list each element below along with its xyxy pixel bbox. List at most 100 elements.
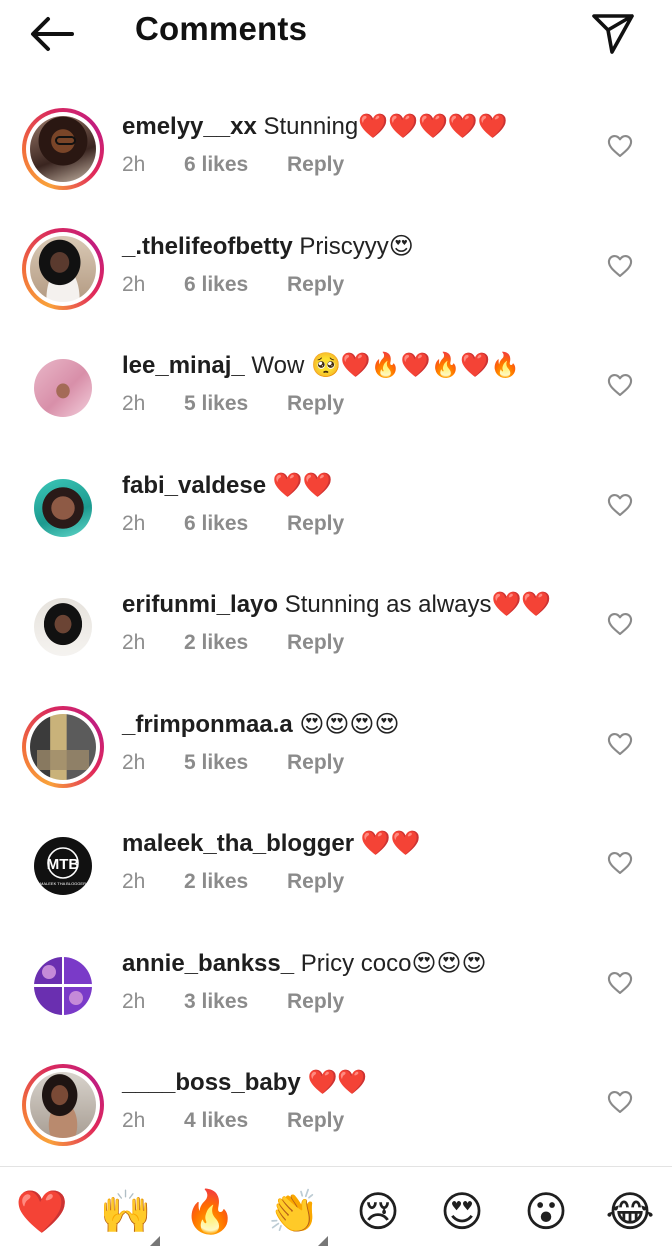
heart-outline-icon bbox=[607, 613, 633, 635]
comment-username[interactable]: maleek_tha_blogger bbox=[122, 830, 354, 857]
comment-text: ❤️❤️ bbox=[300, 1069, 368, 1096]
avatar bbox=[34, 359, 92, 417]
blog-logo: MTB MALEEK THA BLOGGER bbox=[40, 847, 86, 886]
avatar bbox=[30, 713, 96, 780]
comment-likes[interactable]: 5 likes bbox=[184, 392, 287, 416]
emoji-heart-eyes-button[interactable]: 😍 bbox=[434, 1184, 490, 1240]
comment-username[interactable]: lee_minaj_ bbox=[122, 352, 245, 379]
heart-outline-icon bbox=[607, 135, 633, 157]
comment-likes[interactable]: 2 likes bbox=[184, 870, 287, 894]
emoji-tears-of-joy-button[interactable]: 😂 bbox=[602, 1184, 658, 1240]
comment-likes[interactable]: 6 likes bbox=[184, 512, 287, 536]
comment-likes[interactable]: 3 likes bbox=[184, 990, 287, 1014]
comment-time: 2h bbox=[122, 750, 146, 774]
like-comment-button[interactable] bbox=[606, 371, 634, 399]
reply-button[interactable]: Reply bbox=[287, 392, 344, 416]
comment-username[interactable]: fabi_valdese bbox=[122, 472, 266, 499]
avatar bbox=[30, 235, 96, 302]
comment-likes[interactable]: 4 likes bbox=[184, 1109, 287, 1133]
reply-button[interactable]: Reply bbox=[287, 512, 344, 536]
avatar-story-ring[interactable] bbox=[22, 705, 104, 788]
back-button[interactable] bbox=[26, 12, 78, 56]
comment-time: 2h bbox=[122, 989, 146, 1013]
comment-row: _frimponmaa.a 😍😍😍😍 2h 5 likes Reply bbox=[0, 686, 672, 806]
comment-body: lee_minaj_ Wow 🥺❤️🔥❤️🔥❤️🔥 2h 5 likes Reply bbox=[122, 349, 592, 416]
comment-time: 2h bbox=[122, 1109, 146, 1132]
like-comment-button[interactable] bbox=[606, 730, 634, 758]
heart-outline-icon bbox=[607, 732, 633, 755]
comment-time: 2h bbox=[122, 870, 146, 893]
avatar-container[interactable] bbox=[22, 467, 104, 549]
like-comment-button[interactable] bbox=[606, 491, 634, 519]
avatar-container[interactable] bbox=[22, 945, 104, 1027]
comment-text: Priscyyy😍 bbox=[292, 232, 414, 260]
comment-time: 2h bbox=[122, 272, 146, 296]
like-comment-button[interactable] bbox=[606, 969, 634, 997]
comment-username[interactable]: erifunmi_layo bbox=[122, 591, 278, 618]
avatar bbox=[34, 956, 92, 1015]
comment-row: lee_minaj_ Wow 🥺❤️🔥❤️🔥❤️🔥 2h 5 likes Reply bbox=[0, 327, 672, 447]
avatar bbox=[34, 478, 92, 537]
emoji-glyph: 🙌 bbox=[99, 1188, 153, 1235]
avatar bbox=[30, 1072, 96, 1138]
reply-button[interactable]: Reply bbox=[287, 751, 344, 775]
comment-row: _.thelifeofbetty Priscyyy😍 2h 6 likes Repl… bbox=[0, 208, 672, 328]
avatar bbox=[34, 598, 92, 656]
like-comment-button[interactable] bbox=[606, 1088, 634, 1116]
skin-tone-indicator-icon bbox=[150, 1236, 160, 1246]
like-comment-button[interactable] bbox=[606, 610, 634, 638]
avatar-container[interactable] bbox=[22, 586, 104, 668]
comment-likes[interactable]: 6 likes bbox=[184, 153, 287, 177]
emoji-reaction-bar: ❤️ 🙌 🔥 👏 😢 😍 😮 😂 bbox=[0, 1180, 672, 1246]
paper-plane-icon bbox=[592, 14, 634, 54]
comment-body: _frimponmaa.a 😍😍😍😍 2h 5 likes Reply bbox=[122, 708, 592, 775]
avatar-story-ring[interactable] bbox=[22, 108, 104, 190]
emoji-open-mouth-button[interactable]: 😮 bbox=[518, 1184, 574, 1240]
share-button[interactable] bbox=[588, 8, 638, 58]
comment-text: 😍😍😍😍 bbox=[292, 710, 400, 738]
comment-row: emelyy__xx Stunning❤️❤️❤️❤️❤️ 2h 6 likes R… bbox=[0, 88, 672, 208]
emoji-fire-button[interactable]: 🔥 bbox=[182, 1184, 238, 1240]
reply-button[interactable]: Reply bbox=[287, 153, 344, 177]
like-comment-button[interactable] bbox=[606, 252, 634, 280]
reply-button[interactable]: Reply bbox=[287, 273, 344, 297]
comment-username[interactable]: emelyy__xx bbox=[122, 113, 257, 140]
comment-row: annie_bankss_ Pricy coco😍😍😍 2h 3 likes Rep… bbox=[0, 925, 672, 1045]
avatar-story-ring[interactable] bbox=[22, 227, 104, 310]
emoji-raising-hands-button[interactable]: 🙌 bbox=[98, 1184, 160, 1246]
reply-button[interactable]: Reply bbox=[287, 990, 344, 1014]
heart-outline-icon bbox=[607, 493, 633, 516]
comment-body: _.thelifeofbetty Priscyyy😍 2h 6 likes Repl… bbox=[122, 230, 592, 297]
comment-likes[interactable]: 5 likes bbox=[184, 751, 287, 775]
comment-body: emelyy__xx Stunning❤️❤️❤️❤️❤️ 2h 6 likes R… bbox=[122, 110, 592, 177]
like-comment-button[interactable] bbox=[606, 849, 634, 877]
emoji-crying-face-button[interactable]: 😢 bbox=[350, 1184, 406, 1240]
comment-text: ❤️❤️ bbox=[354, 830, 421, 857]
header-bar: Comments bbox=[0, 0, 672, 68]
emoji-clapping-hands-button[interactable]: 👏 bbox=[266, 1184, 328, 1246]
comment-likes[interactable]: 6 likes bbox=[184, 273, 287, 297]
comment-text: Wow 🥺❤️🔥❤️🔥❤️🔥 bbox=[244, 352, 521, 379]
avatar-container[interactable]: MTB MALEEK THA BLOGGER bbox=[22, 825, 104, 907]
comment-row: fabi_valdese ❤️❤️ 2h 6 likes Reply bbox=[0, 447, 672, 567]
reply-button[interactable]: Reply bbox=[287, 870, 344, 894]
arrow-left-icon bbox=[31, 17, 74, 51]
comment-username[interactable]: annie_bankss_ bbox=[122, 950, 294, 977]
reply-button[interactable]: Reply bbox=[287, 631, 344, 655]
comment-time: 2h bbox=[122, 511, 146, 535]
skin-tone-indicator-icon bbox=[318, 1236, 328, 1246]
avatar-container[interactable] bbox=[22, 347, 104, 429]
comment-body: maleek_tha_blogger ❤️❤️ 2h 2 likes Reply bbox=[122, 827, 592, 894]
comment-username[interactable]: _frimponmaa.a bbox=[122, 711, 293, 738]
like-comment-button[interactable] bbox=[606, 132, 634, 160]
comment-text: ❤️❤️ bbox=[266, 471, 333, 499]
reply-button[interactable]: Reply bbox=[287, 1109, 344, 1133]
comment-username[interactable]: ____boss_baby bbox=[122, 1069, 301, 1096]
logo-text: MTB bbox=[47, 856, 80, 873]
emoji-red-heart-button[interactable]: ❤️ bbox=[14, 1184, 70, 1240]
comment-body: fabi_valdese ❤️❤️ 2h 6 likes Reply bbox=[122, 469, 592, 536]
heart-outline-icon bbox=[607, 971, 633, 994]
comment-username[interactable]: _.thelifeofbetty bbox=[122, 233, 293, 260]
avatar-story-ring[interactable] bbox=[22, 1064, 104, 1146]
comment-likes[interactable]: 2 likes bbox=[184, 631, 287, 655]
